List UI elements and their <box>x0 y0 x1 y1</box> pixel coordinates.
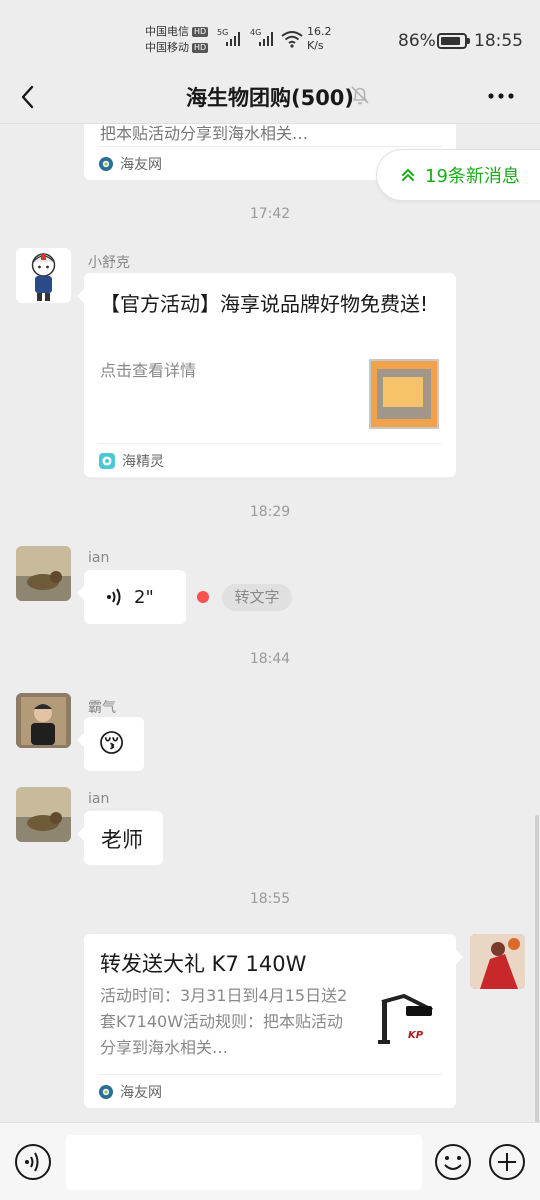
card-source: 海精灵 <box>98 443 442 477</box>
new-messages-button[interactable]: 19条新消息 <box>376 149 540 201</box>
status-time: 18:55 <box>474 31 523 51</box>
avatar[interactable] <box>470 934 525 989</box>
card-thumbnail: KP <box>372 990 442 1060</box>
sender-name: 霸气 <box>88 700 116 716</box>
timestamp: 17:42 <box>249 206 291 222</box>
voice-duration: 2" <box>134 587 154 608</box>
signal-icon <box>226 32 240 46</box>
carrier-2: 中国移动 <box>145 41 189 54</box>
timestamp: 18:55 <box>249 891 291 907</box>
avatar[interactable] <box>16 787 71 842</box>
unread-dot <box>197 591 209 603</box>
network-speed: 16.2 K/s <box>307 25 332 52</box>
more-options-icon[interactable] <box>486 84 516 108</box>
add-icon[interactable] <box>488 1143 526 1181</box>
voice-wave-icon <box>107 588 121 606</box>
hd-badge: HD <box>192 27 209 37</box>
double-chevron-up-icon <box>402 168 414 181</box>
status-bar: 中国电信 HD 中国移动 HD 5G 4G 16.2 K/s 86% 18:55 <box>0 0 540 72</box>
sender-name: ian <box>88 550 110 566</box>
carrier-info: 中国电信 HD 中国移动 HD <box>145 24 209 56</box>
avatar[interactable] <box>16 248 71 303</box>
battery-icon <box>437 33 470 49</box>
avatar[interactable] <box>16 693 71 748</box>
sender-name: ian <box>88 791 110 807</box>
source-logo-icon <box>99 452 115 469</box>
person-photo-icon <box>16 693 71 748</box>
signal-icon <box>259 32 273 46</box>
sender-name: 小舒克 <box>88 255 130 271</box>
card-title: 【官方活动】海享说品牌好物免费送! <box>100 292 429 316</box>
cat-photo-icon <box>16 546 71 601</box>
cartoon-avatar-icon <box>16 248 71 303</box>
timestamp: 18:44 <box>249 651 291 667</box>
wifi-icon <box>281 31 303 48</box>
mute-bell-icon <box>351 86 369 105</box>
basketball-avatar-icon <box>470 934 525 989</box>
brand-logo-text: KP <box>408 1030 424 1041</box>
scrollbar[interactable] <box>535 815 539 1125</box>
source-logo-icon <box>99 1084 113 1099</box>
chat-header: 海生物团购(500) <box>0 72 540 124</box>
hd-badge: HD <box>192 43 209 53</box>
lamp-product-image <box>378 993 433 1044</box>
card-description: 活动时间：3月31日到4月15日送2套K7140W活动规则：把本贴活动分享到海水… <box>100 986 348 1057</box>
card-title: 转发送大礼 K7 140W <box>100 952 307 976</box>
message-text: 老师 <box>101 828 143 852</box>
new-messages-label: 19条新消息 <box>425 166 520 187</box>
emoji-icon[interactable] <box>434 1143 472 1181</box>
source-logo-icon <box>99 156 113 171</box>
carrier-1: 中国电信 <box>145 25 189 38</box>
card-thumbnail <box>369 359 439 429</box>
voice-input-icon[interactable] <box>14 1143 52 1181</box>
card-source: 海友网 <box>98 1074 442 1108</box>
link-card-message[interactable]: 转发送大礼 K7 140W 活动时间：3月31日到4月15日送2套K7140W活… <box>84 934 463 1108</box>
timestamp: 18:29 <box>249 504 291 520</box>
text-message[interactable]: 老师 <box>77 811 163 865</box>
convert-to-text-button[interactable]: 转文字 <box>222 584 292 611</box>
emoji-message[interactable]: 😚 <box>77 717 144 771</box>
chat-title: 海生物团购(500) <box>185 86 355 110</box>
input-bar <box>0 1122 540 1200</box>
cat-photo-icon <box>16 787 71 842</box>
battery-percent: 86% <box>398 31 436 51</box>
kissing-face-emoji: 😚 <box>98 729 126 759</box>
avatar[interactable] <box>16 546 71 601</box>
card-description: 点击查看详情 <box>100 361 197 380</box>
message-input[interactable] <box>66 1135 422 1190</box>
link-card-message[interactable]: 【官方活动】海享说品牌好物免费送! 点击查看详情 海精灵 <box>77 273 456 477</box>
voice-message[interactable]: 2" <box>77 570 186 624</box>
